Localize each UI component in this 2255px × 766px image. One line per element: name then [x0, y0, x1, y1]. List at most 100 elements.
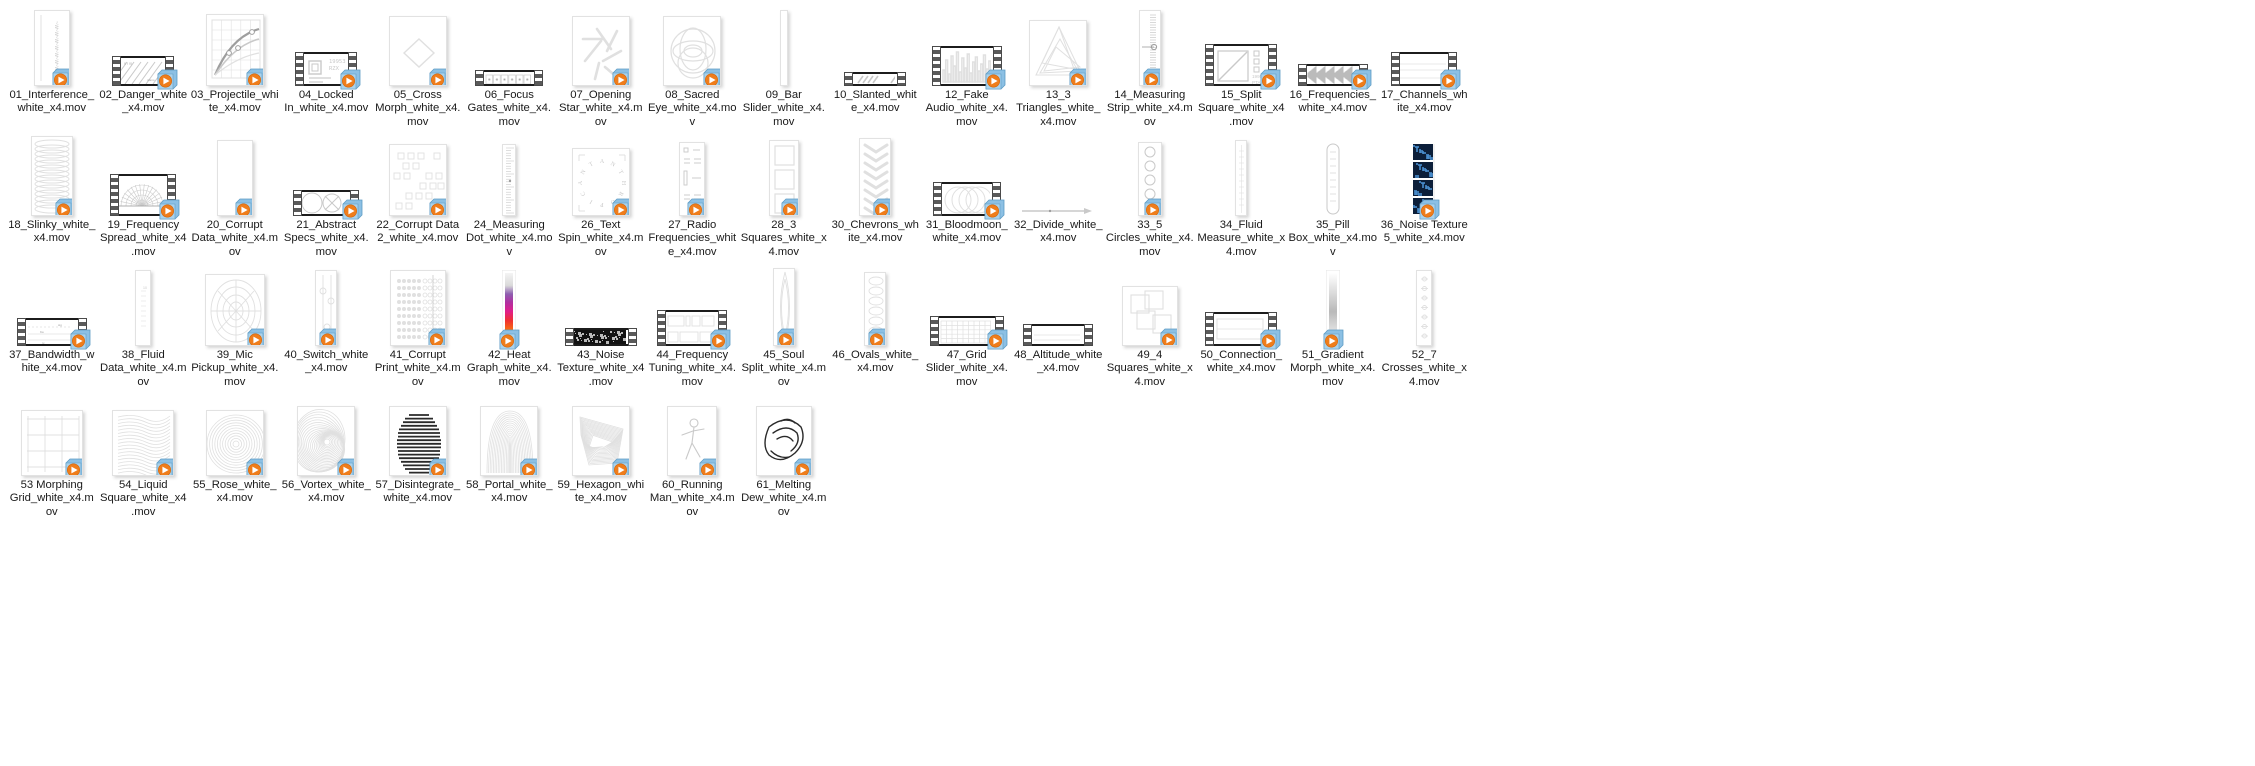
- file-item[interactable]: 41_Corrupt Print_white_x4.mov: [372, 262, 464, 392]
- file-thumbnail[interactable]: [1287, 262, 1379, 350]
- file-thumbnail[interactable]: [189, 262, 281, 346]
- file-thumbnail[interactable]: [1379, 262, 1471, 346]
- file-item[interactable]: 34_Fluid Measure_white_x4.mov: [1196, 132, 1288, 262]
- file-item[interactable]: 22_Corrupt Data 2_white_x4.mov: [372, 132, 464, 262]
- file-thumbnail[interactable]: [372, 132, 464, 216]
- file-thumbnail[interactable]: [372, 262, 464, 346]
- file-item[interactable]: 19953282RZX04_Locked In_white_x4.mov: [281, 2, 373, 132]
- file-thumbnail[interactable]: [464, 2, 556, 86]
- file-item[interactable]: 32_Divide_white_x4.mov: [1013, 132, 1105, 262]
- file-thumbnail[interactable]: [830, 262, 922, 346]
- file-item[interactable]: 16_Frequencies_white_x4.mov: [1287, 2, 1379, 132]
- file-item[interactable]: 1995 - 20PTA / 215_Split Square_white_x4…: [1196, 2, 1288, 132]
- file-thumbnail[interactable]: [6, 392, 98, 476]
- file-item[interactable]: 27_Radio Frequencies_white_x4.mov: [647, 132, 739, 262]
- file-item[interactable]: 40_Switch_white_x4.mov: [281, 262, 373, 392]
- file-item[interactable]: 20_Corrupt Data_white_x4.mov: [189, 132, 281, 262]
- file-thumbnail[interactable]: [464, 132, 556, 216]
- file-thumbnail[interactable]: 19953282RZX: [281, 2, 373, 90]
- file-item[interactable]: A N T H R O P I C A N T 26_Text Spin_white_x4.mov: [555, 132, 647, 262]
- file-item[interactable]: 31_Bloodmoon_white_x4.mov: [921, 132, 1013, 262]
- file-thumbnail[interactable]: [1013, 2, 1105, 86]
- file-thumbnail[interactable]: [464, 392, 556, 476]
- file-item[interactable]: 56_Vortex_white_x4.mov: [281, 392, 373, 522]
- file-thumbnail[interactable]: [372, 392, 464, 476]
- file-thumbnail[interactable]: [738, 262, 830, 346]
- file-thumbnail[interactable]: [464, 262, 556, 350]
- file-item[interactable]: !! ! !!! nfano 02_Danger_white_x4.mov: [98, 2, 190, 132]
- file-item[interactable]: 54_Liquid Square_white_x4.mov: [98, 392, 190, 522]
- file-item[interactable]: 10_Slanted_white_x4.mov: [830, 2, 922, 132]
- file-item[interactable]: 10 38_Fluid Data_white_x4.mov: [98, 262, 190, 392]
- file-thumbnail[interactable]: [555, 2, 647, 86]
- file-thumbnail[interactable]: [738, 132, 830, 216]
- file-thumbnail[interactable]: [647, 2, 739, 86]
- file-thumbnail[interactable]: [98, 132, 190, 220]
- file-thumbnail[interactable]: [372, 2, 464, 86]
- file-item[interactable]: 60_Running Man_white_x4.mov: [647, 392, 739, 522]
- file-item[interactable]: 39_Mic Pickup_white_x4.mov: [189, 262, 281, 392]
- file-thumbnail[interactable]: [189, 392, 281, 476]
- file-item[interactable]: 28_3 Squares_white_x4.mov: [738, 132, 830, 262]
- file-item[interactable]: ~w~w~w~w~w~w~w~w~w 01_Interference_white_…: [6, 2, 98, 132]
- file-thumbnail[interactable]: [1287, 132, 1379, 216]
- file-item[interactable]: 24_Measuring Dot_white_x4.mov: [464, 132, 556, 262]
- file-thumbnail[interactable]: [555, 262, 647, 346]
- file-thumbnail[interactable]: bw sig rx: [6, 262, 98, 350]
- file-thumbnail[interactable]: ANTHROPICANT: [555, 132, 647, 216]
- file-item[interactable]: 21_Abstract Specs_white_x4.mov: [281, 132, 373, 262]
- file-item[interactable]: 18_Slinky_white_x4.mov: [6, 132, 98, 262]
- file-thumbnail[interactable]: 10: [98, 262, 190, 346]
- file-thumbnail[interactable]: [98, 392, 190, 476]
- file-thumbnail[interactable]: [1379, 132, 1471, 220]
- file-item[interactable]: 35_Pill Box_white_x4.mov: [1287, 132, 1379, 262]
- file-item[interactable]: 43_Noise Texture_white_x4.mov: [555, 262, 647, 392]
- file-item[interactable]: 17_Channels_white_x4.mov: [1379, 2, 1471, 132]
- file-thumbnail[interactable]: [1104, 262, 1196, 346]
- file-item[interactable]: 46_Ovals_white_x4.mov: [830, 262, 922, 392]
- file-thumbnail[interactable]: [189, 132, 281, 216]
- file-thumbnail[interactable]: [921, 2, 1013, 90]
- file-item[interactable]: 13_3 Triangles_white_x4.mov: [1013, 2, 1105, 132]
- file-thumbnail[interactable]: [6, 132, 98, 216]
- file-thumbnail[interactable]: [555, 392, 647, 476]
- file-item[interactable]: 30_Chevrons_white_x4.mov: [830, 132, 922, 262]
- file-item[interactable]: 47_Grid Slider_white_x4.mov: [921, 262, 1013, 392]
- file-item[interactable]: 36_Noise Texture 5_white_x4.mov: [1379, 132, 1471, 262]
- file-thumbnail[interactable]: [281, 262, 373, 346]
- file-thumbnail[interactable]: [281, 132, 373, 220]
- file-thumbnail[interactable]: [921, 262, 1013, 350]
- file-thumbnail[interactable]: [1104, 132, 1196, 216]
- file-thumbnail[interactable]: [647, 392, 739, 476]
- file-thumbnail[interactable]: [1104, 2, 1196, 86]
- file-item[interactable]: 58_Portal_white_x4.mov: [464, 392, 556, 522]
- file-thumbnail[interactable]: [830, 132, 922, 216]
- file-item[interactable]: 19_Frequency Spread_white_x4.mov: [98, 132, 190, 262]
- file-item[interactable]: 59_Hexagon_white_x4.mov: [555, 392, 647, 522]
- file-thumbnail[interactable]: [1287, 2, 1379, 90]
- file-thumbnail[interactable]: [1196, 132, 1288, 216]
- file-thumbnail[interactable]: [1196, 262, 1288, 350]
- file-item[interactable]: 50_Connection_white_x4.mov: [1196, 262, 1288, 392]
- file-thumbnail[interactable]: [921, 132, 1013, 220]
- file-item[interactable]: 52_7 Crosses_white_x4.mov: [1379, 262, 1471, 392]
- file-item[interactable]: 09_Bar Slider_white_x4.mov: [738, 2, 830, 132]
- file-thumbnail[interactable]: [738, 392, 830, 476]
- file-item[interactable]: 48_Altitude_white_x4.mov: [1013, 262, 1105, 392]
- file-thumbnail[interactable]: [1379, 2, 1471, 90]
- file-item[interactable]: 57_Disintegrate_white_x4.mov: [372, 392, 464, 522]
- file-item[interactable]: bw sig rx 37_Bandwidth_white_x4.mov: [6, 262, 98, 392]
- file-thumbnail[interactable]: [1013, 132, 1105, 216]
- file-item[interactable]: 61_Melting Dew_white_x4.mov: [738, 392, 830, 522]
- file-thumbnail[interactable]: [189, 2, 281, 86]
- file-item[interactable]: 53 Morphing Grid_white_x4.mov: [6, 392, 98, 522]
- file-thumbnail[interactable]: [647, 262, 739, 350]
- file-item[interactable]: 44_Frequency Tuning_white_x4.mov: [647, 262, 739, 392]
- file-item[interactable]: 05_Cross Morph_white_x4.mov: [372, 2, 464, 132]
- file-item[interactable]: 49_4 Squares_white_x4.mov: [1104, 262, 1196, 392]
- file-thumbnail[interactable]: [830, 2, 922, 86]
- file-thumbnail[interactable]: 1995 - 20PTA / 2: [1196, 2, 1288, 90]
- file-thumbnail[interactable]: [647, 132, 739, 216]
- file-thumbnail[interactable]: ~w~w~w~w~w~w~w~w~w: [6, 2, 98, 86]
- file-item[interactable]: 51_Gradient Morph_white_x4.mov: [1287, 262, 1379, 392]
